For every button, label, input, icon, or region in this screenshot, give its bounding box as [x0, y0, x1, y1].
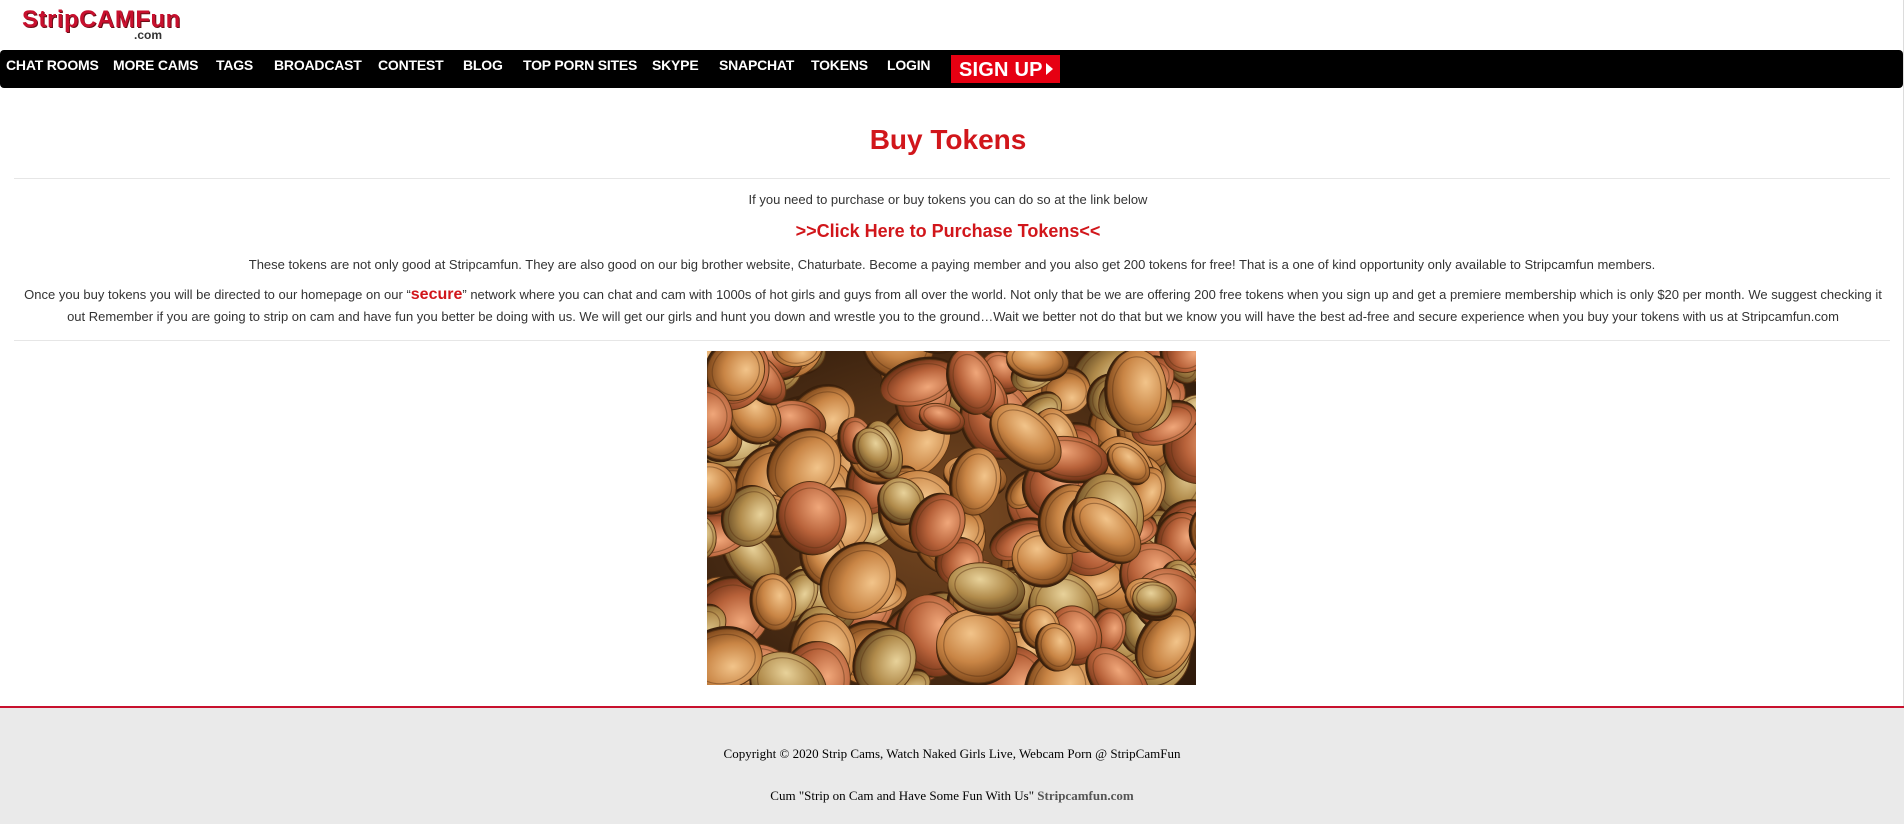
nav-item-blog[interactable]: BLOG [463, 50, 503, 88]
divider [14, 178, 1890, 179]
nav-item-snapchat[interactable]: SNAPCHAT [719, 50, 794, 88]
divider [14, 340, 1890, 341]
footer: Copyright © 2020 Strip Cams, Watch Naked… [0, 706, 1904, 824]
sign-up-button[interactable]: SIGN UP [951, 55, 1060, 83]
nav-item-contest[interactable]: CONTEST [378, 50, 444, 88]
site-logo[interactable]: StripCAMFun .com [22, 6, 192, 42]
play-arrow-icon [1046, 63, 1053, 75]
intro-text: If you need to purchase or buy tokens yo… [748, 192, 1148, 207]
nav-item-broadcast[interactable]: BROADCAST [274, 50, 362, 88]
purchase-tokens-link[interactable]: >>Click Here to Purchase Tokens<< [0, 218, 1896, 244]
tokens-info-text: These tokens are not only good at Stripc… [248, 257, 1656, 272]
secure-highlight: secure [410, 286, 463, 303]
nav-item-more-cams[interactable]: MORE CAMS [113, 50, 199, 88]
nav-item-tags[interactable]: TAGS [216, 50, 253, 88]
footer-tagline: Cum "Strip on Cam and Have Some Fun With… [0, 788, 1904, 804]
secure-network-text: Once you buy tokens you will be directed… [14, 284, 1892, 328]
main-nav: CHAT ROOMS MORE CAMS TAGS BROADCAST CONT… [0, 50, 1903, 88]
nav-item-login[interactable]: LOGIN [887, 50, 931, 88]
paragraph-start: Once you buy tokens you will be directed… [24, 287, 411, 302]
coins-image [707, 351, 1196, 685]
sign-up-label: SIGN UP [959, 59, 1043, 81]
tagline-text: Cum "Strip on Cam and Have Some Fun With… [770, 788, 1035, 803]
footer-site-link[interactable]: Stripcamfun.com [1037, 788, 1133, 803]
nav-item-top-porn-sites[interactable]: TOP PORN SITES [523, 50, 637, 88]
page-title: Buy Tokens [869, 124, 1027, 155]
copyright-text: Copyright © 2020 Strip Cams, Watch Naked… [723, 746, 1181, 761]
logo-suffix: .com [134, 28, 163, 42]
nav-item-chat-rooms[interactable]: CHAT ROOMS [6, 50, 99, 88]
nav-item-tokens[interactable]: TOKENS [811, 50, 868, 88]
nav-item-skype[interactable]: SKYPE [652, 50, 699, 88]
